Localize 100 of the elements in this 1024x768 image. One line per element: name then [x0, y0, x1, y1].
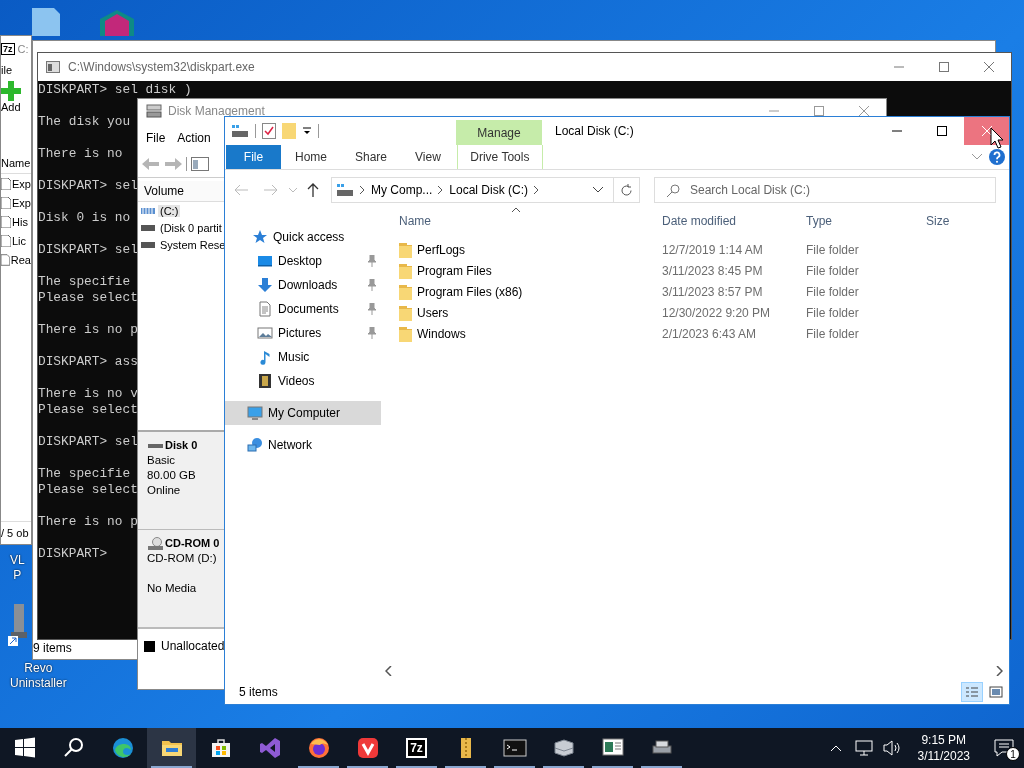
- file-name[interactable]: Windows: [417, 326, 466, 341]
- ribbon-tab[interactable]: Home: [281, 145, 341, 169]
- volume-icon: [141, 241, 155, 248]
- firefox-icon: [306, 736, 331, 760]
- file-name[interactable]: Rea: [10, 253, 31, 266]
- ribbon-tab[interactable]: Drive Tools: [456, 145, 543, 169]
- taskbar-button[interactable]: 7z: [392, 728, 441, 768]
- breadcrumb[interactable]: Local Disk (C:): [449, 183, 529, 197]
- menu-item[interactable]: Action: [177, 131, 211, 145]
- taskbar-button[interactable]: [147, 728, 196, 768]
- folder-icon: [399, 325, 412, 342]
- status-text: 9 items: [33, 641, 72, 655]
- column-header[interactable]: Size: [918, 210, 988, 232]
- file-name[interactable]: Users: [417, 305, 449, 320]
- panel-icon[interactable]: [191, 157, 209, 171]
- nav-item[interactable]: Pictures: [225, 321, 381, 345]
- disk-info: CD-ROM (D:): [147, 551, 217, 566]
- console-line: DISKPART> ass: [38, 354, 138, 370]
- start-icon: [12, 736, 37, 760]
- nav-item[interactable]: Network: [225, 433, 381, 457]
- nav-item[interactable]: Desktop: [225, 249, 381, 273]
- column-header[interactable]: Name: [391, 210, 654, 232]
- refresh-icon[interactable]: [620, 183, 633, 197]
- nav-item[interactable]: Music: [225, 345, 381, 369]
- network-icon: [247, 437, 263, 453]
- console-line: Please select: [38, 482, 138, 498]
- ribbon-tab[interactable]: Share: [341, 145, 402, 169]
- notifications-button[interactable]: 1: [984, 728, 1024, 768]
- desktop-icon-label[interactable]: P: [13, 568, 22, 583]
- ribbon-tab[interactable]: View: [401, 145, 455, 169]
- search-box[interactable]: Search Local Disk (C:): [654, 177, 996, 203]
- column-header[interactable]: Volume: [144, 184, 185, 198]
- file-name[interactable]: Program Files (x86): [417, 284, 523, 299]
- context-tab[interactable]: Manage: [456, 120, 542, 145]
- disk-name: CD-ROM 0: [165, 536, 220, 551]
- add-button[interactable]: Add: [1, 81, 31, 113]
- cd-drive-icon: [147, 536, 164, 551]
- scroll-left-icon[interactable]: [385, 666, 393, 676]
- console-line: There is no v: [38, 386, 138, 402]
- legend-swatch: [144, 640, 155, 652]
- console-line: DISKPART> sel: [38, 242, 138, 258]
- volume-list-item[interactable]: System Rese: [158, 238, 228, 251]
- search-input[interactable]: Search Local Disk (C:): [688, 182, 995, 198]
- details-view-button[interactable]: [961, 681, 983, 702]
- nav-item[interactable]: Downloads: [225, 273, 381, 297]
- folder-icon: [399, 283, 412, 300]
- desktop-icon-label[interactable]: Revo: [24, 661, 53, 676]
- scroll-right-icon[interactable]: [995, 666, 1003, 676]
- console-line: DISKPART> sel: [38, 178, 138, 194]
- file-name[interactable]: Lic: [12, 234, 27, 247]
- nav-item[interactable]: Videos: [225, 369, 381, 393]
- file-name[interactable]: Exp: [12, 177, 31, 190]
- column-header[interactable]: Type: [798, 210, 918, 232]
- column-header[interactable]: Date modified: [654, 210, 798, 232]
- console-line: The disk you: [38, 114, 131, 130]
- file-name[interactable]: Program Files: [417, 263, 492, 278]
- vivaldi-icon: [355, 736, 380, 760]
- help-icon[interactable]: [989, 149, 1005, 165]
- date-cell-text: 3/11/2023 8:57 PM: [661, 284, 764, 299]
- address-bar[interactable]: My Comp... Local Disk (C:): [331, 177, 640, 203]
- pictures-icon: [257, 325, 273, 341]
- folder-icon: [399, 304, 412, 321]
- disk-tool-icon: [551, 736, 576, 760]
- computer-icon: [247, 405, 263, 421]
- status-text: / 5 ob: [1, 527, 29, 539]
- volume-list-item[interactable]: (Disk 0 partit: [158, 221, 224, 234]
- console-line: Please select: [38, 402, 138, 418]
- disk-info: No Media: [147, 581, 197, 596]
- maximize-icon: [813, 106, 824, 116]
- file-name[interactable]: His: [12, 215, 28, 228]
- type-cell-text: File folder: [805, 263, 860, 278]
- breadcrumb[interactable]: My Comp...: [371, 183, 433, 197]
- drive-icon[interactable]: [231, 124, 249, 138]
- nav-item[interactable]: Documents: [225, 297, 381, 321]
- clock[interactable]: 9:15 PM 3/11/2023: [907, 732, 980, 764]
- column-header[interactable]: Name: [1, 157, 31, 169]
- file-name[interactable]: PerfLogs: [417, 242, 466, 257]
- menu-item[interactable]: ile: [1, 64, 12, 76]
- download-icon: [257, 277, 273, 293]
- nav-item[interactable]: My Computer: [225, 401, 381, 425]
- console-line: The specifie: [38, 274, 131, 290]
- console-line: Disk 0 is no: [38, 210, 131, 226]
- console-line: There is no p: [38, 514, 138, 530]
- file-name[interactable]: Exp: [12, 196, 31, 209]
- uninstaller-icon[interactable]: [8, 604, 30, 646]
- dropdown-icon[interactable]: [302, 127, 312, 135]
- properties-icon[interactable]: [262, 123, 276, 139]
- ribbon-tab[interactable]: File: [226, 145, 281, 169]
- menu-item[interactable]: File: [146, 131, 166, 145]
- notifications-icon: [994, 739, 1014, 757]
- chevron-right-icon: [534, 186, 540, 194]
- chevron-right-icon: [360, 186, 365, 194]
- desktop-file-icon[interactable]: [30, 8, 60, 36]
- desktop-icon-label[interactable]: Uninstaller: [10, 676, 67, 691]
- desktop-icon-label[interactable]: VL: [10, 553, 25, 568]
- documents-icon: [257, 301, 273, 317]
- chevron-down-icon[interactable]: [593, 187, 603, 193]
- studio-icon: [257, 736, 282, 760]
- volume-list-item[interactable]: (C:): [158, 204, 181, 217]
- nav-item[interactable]: Quick access: [225, 225, 381, 249]
